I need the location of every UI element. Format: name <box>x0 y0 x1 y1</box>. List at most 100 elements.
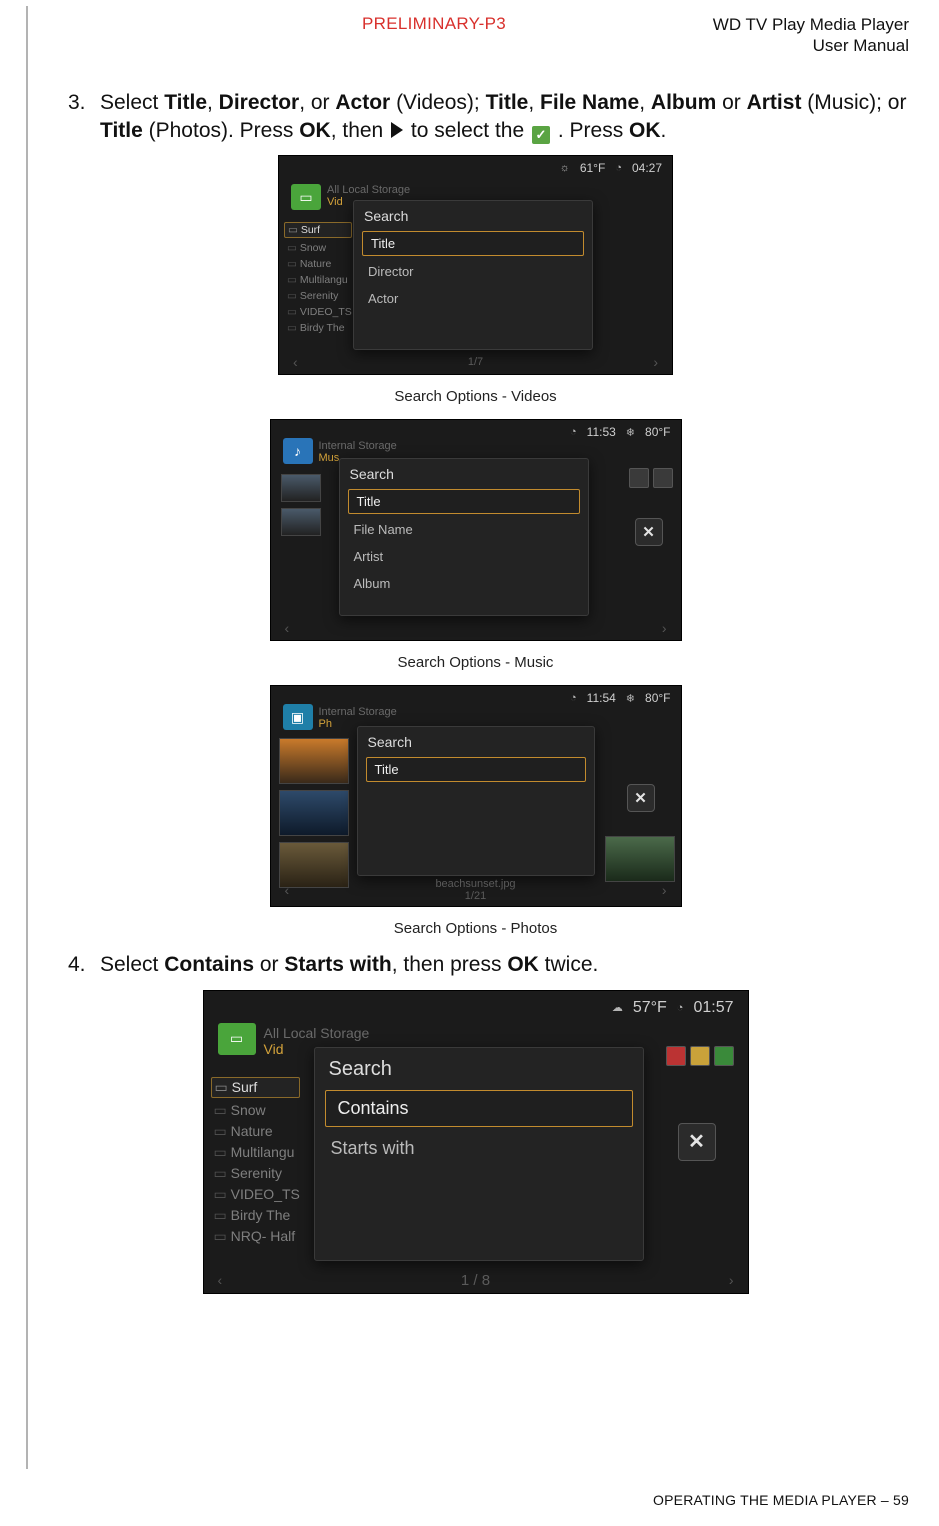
list-item[interactable]: VIDEO_TS <box>214 1186 300 1203</box>
panel-title: Search <box>340 459 588 487</box>
t: , or <box>299 91 335 114</box>
status-time: 11:53 <box>587 425 616 439</box>
option-title[interactable]: Title <box>348 489 580 514</box>
option-title[interactable]: Title <box>366 757 586 782</box>
kw-title: Title <box>486 91 529 114</box>
next-icon[interactable]: › <box>729 1272 734 1288</box>
kw-filename: File Name <box>540 91 639 114</box>
folder-list: Surf Snow Nature Multilangu Serenity VID… <box>214 1073 300 1249</box>
footer-sep: – <box>877 1492 893 1508</box>
crumb-text: All Local Storage <box>327 184 410 196</box>
status-time: 11:54 <box>587 691 616 705</box>
screenshot-contains: ☁ 57°F ◔ 01:57 ▭ All Local Storage Vid S… <box>203 990 749 1294</box>
list-item[interactable]: Serenity <box>287 290 352 302</box>
crumb-text: Internal Storage <box>319 440 397 452</box>
check-icon <box>532 126 550 144</box>
kw-starts-with: Starts with <box>284 953 391 976</box>
list-item[interactable]: Nature <box>214 1123 300 1140</box>
product-name: WD TV Play Media Player <box>713 14 909 35</box>
kw-contains: Contains <box>164 953 254 976</box>
panel-title: Search <box>354 201 592 229</box>
step-text: Select Title, Director, or Actor (Videos… <box>100 89 909 146</box>
t: . <box>661 119 667 142</box>
t: or <box>716 91 746 114</box>
music-icon: ♪ <box>283 438 313 464</box>
t: . Press <box>558 119 629 142</box>
kw-ok: OK <box>507 953 539 976</box>
status-temp: 61°F <box>580 161 605 175</box>
thumb <box>666 1046 686 1066</box>
list-item[interactable]: VIDEO_TS <box>287 306 352 318</box>
option-title[interactable]: Title <box>362 231 584 256</box>
option-starts-with[interactable]: Starts with <box>315 1130 643 1167</box>
thumb <box>281 474 321 502</box>
step-number: 4. <box>68 951 100 979</box>
option-actor[interactable]: Actor <box>354 285 592 312</box>
next-icon[interactable]: › <box>653 354 658 370</box>
search-panel: Search Title Director Actor <box>353 200 593 350</box>
videos-icon: ▭ <box>218 1023 256 1055</box>
option-artist[interactable]: Artist <box>340 543 588 570</box>
list-item[interactable]: Snow <box>287 242 352 254</box>
crumb-highlight: Mus <box>319 452 340 464</box>
kw-actor: Actor <box>335 91 390 114</box>
list-item[interactable]: Birdy The <box>214 1207 300 1224</box>
option-album[interactable]: Album <box>340 570 588 597</box>
pager: ‹ › <box>271 620 681 636</box>
option-contains[interactable]: Contains <box>325 1090 633 1127</box>
crumb-highlight: Ph <box>319 718 332 730</box>
prev-icon[interactable]: ‹ <box>293 354 298 370</box>
crumb-text: All Local Storage <box>264 1025 370 1041</box>
thumb <box>279 738 349 784</box>
list-item[interactable]: Serenity <box>214 1165 300 1182</box>
crumb-text: Internal Storage <box>319 706 397 718</box>
status-temp: 80°F <box>645 691 670 705</box>
pager: ‹ 1 / 8 › <box>204 1272 748 1289</box>
list-item[interactable]: Multilangu <box>214 1144 300 1161</box>
close-button[interactable]: ✕ <box>627 784 655 812</box>
next-icon[interactable]: › <box>662 882 667 898</box>
next-icon[interactable]: › <box>662 620 667 636</box>
close-button[interactable]: ✕ <box>635 518 663 546</box>
play-icon <box>391 122 403 138</box>
step-4: 4. Select Contains or Starts with, then … <box>68 951 909 979</box>
thumb <box>629 468 649 488</box>
status-bar: ◔ 11:54 ❄ 80°F <box>570 691 671 705</box>
step-3: 3. Select Title, Director, or Actor (Vid… <box>68 89 909 146</box>
videos-icon: ▭ <box>291 184 321 210</box>
prev-icon[interactable]: ‹ <box>218 1272 223 1288</box>
screenshot-music: ◔ 11:53 ❄ 80°F ♪ Internal Storage Mus Se… <box>270 419 682 641</box>
cloud-icon: ☁ <box>612 1001 623 1014</box>
option-director[interactable]: Director <box>354 258 592 285</box>
list-item[interactable]: NRQ- Half <box>214 1228 300 1245</box>
temp-icon: ☼ <box>560 162 570 174</box>
kw-album: Album <box>651 91 716 114</box>
photo-thumbs-left <box>279 738 349 888</box>
pager: ‹ beachsunset.jpg 1/21 › <box>271 878 681 902</box>
screenshot-videos: ☼ 61°F ◔ 04:27 ▭ All Local Storage Vid S… <box>278 155 673 375</box>
kw-artist: Artist <box>747 91 802 114</box>
pager-text: 1/21 <box>465 890 486 902</box>
t: , then <box>331 119 389 142</box>
list-item[interactable]: Birdy The <box>287 322 352 334</box>
thumb <box>279 790 349 836</box>
step-text: Select Contains or Starts with, then pre… <box>100 951 909 979</box>
kw-ok: OK <box>629 119 661 142</box>
prev-icon[interactable]: ‹ <box>285 620 290 636</box>
list-item[interactable]: Nature <box>287 258 352 270</box>
option-filename[interactable]: File Name <box>340 516 588 543</box>
list-item[interactable]: Snow <box>214 1102 300 1119</box>
list-item[interactable]: Multilangu <box>287 274 352 286</box>
kw-ok: OK <box>299 119 331 142</box>
caption-photos: Search Options - Photos <box>42 920 909 937</box>
prev-icon[interactable]: ‹ <box>285 882 290 898</box>
screenshot-contains-block: ☁ 57°F ◔ 01:57 ▭ All Local Storage Vid S… <box>42 990 909 1299</box>
thumb <box>714 1046 734 1066</box>
close-button[interactable]: ✕ <box>678 1123 716 1161</box>
t: Select <box>100 953 164 976</box>
footer-section: OPERATING THE MEDIA PLAYER <box>653 1492 877 1508</box>
list-item[interactable]: Surf <box>211 1077 300 1098</box>
t: (Videos); <box>390 91 485 114</box>
step-number: 3. <box>68 89 100 146</box>
list-item[interactable]: Surf <box>284 222 352 238</box>
